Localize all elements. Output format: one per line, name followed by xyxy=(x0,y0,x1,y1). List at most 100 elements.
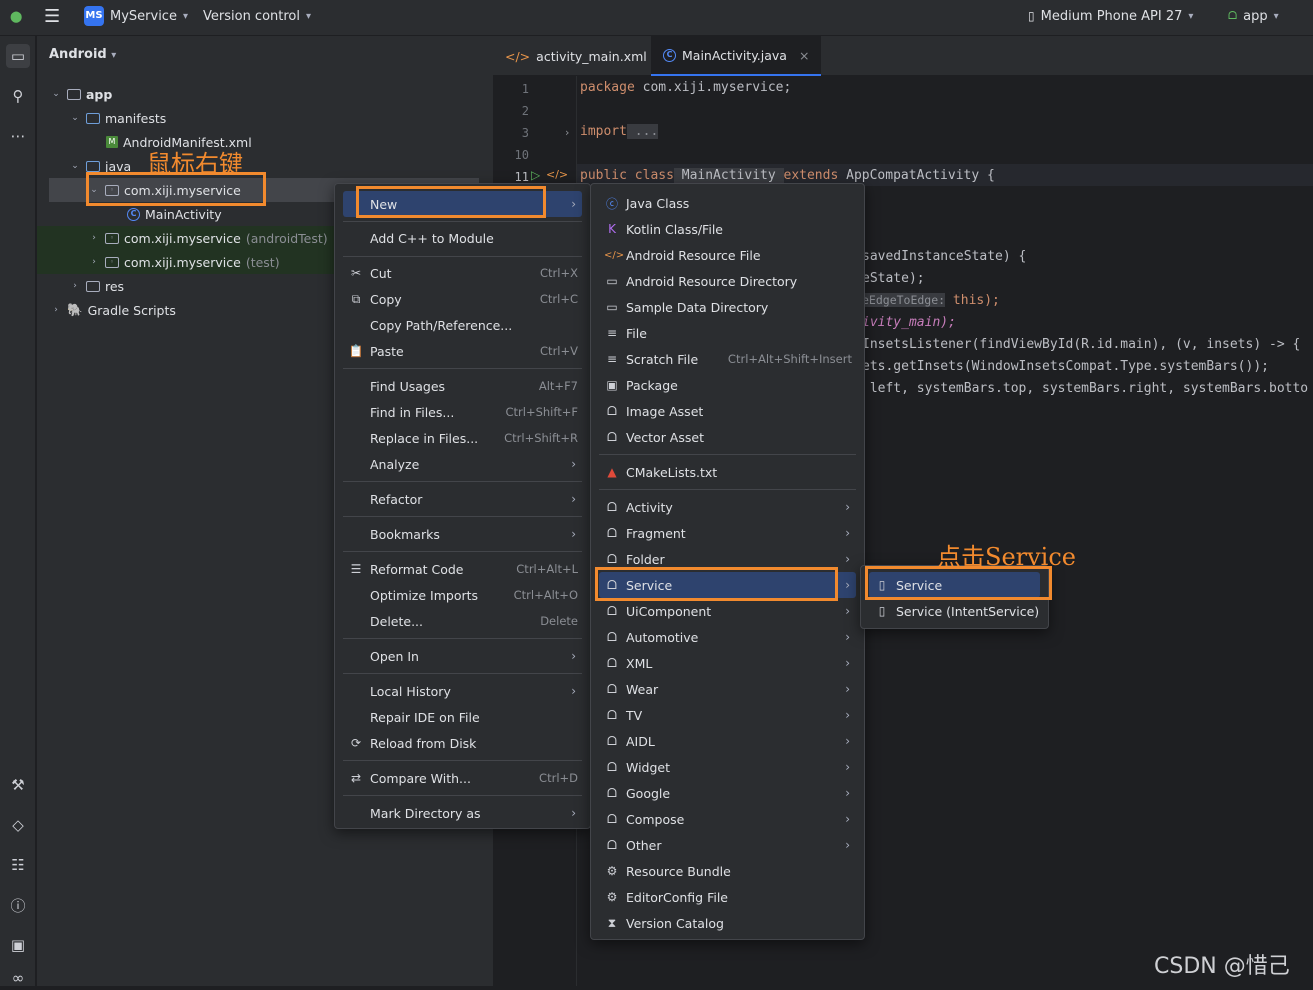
logcat-icon[interactable]: ☷ xyxy=(6,853,30,877)
separator xyxy=(599,454,856,455)
project-selector[interactable]: MS MyService ▾ xyxy=(84,0,188,32)
tree-item-app[interactable]: ⌄ app xyxy=(50,82,112,106)
menu-item-other[interactable]: ᗝ Other › xyxy=(599,832,856,858)
menu-item-reformat-code[interactable]: ☰ Reformat Code Ctrl+Alt+L xyxy=(343,556,582,582)
menu-item-label: Cut xyxy=(370,265,392,281)
menu-item-java-class[interactable]: ⓒ Java Class xyxy=(599,190,856,216)
tab-mainactivity-java[interactable]: C MainActivity.java × xyxy=(651,36,822,76)
menu-item-find-usages[interactable]: Find Usages Alt+F7 xyxy=(343,373,582,399)
chevron-right-icon: › xyxy=(845,812,850,826)
folded-imports[interactable]: ... xyxy=(626,124,659,139)
menu-item-scratch-file[interactable]: ≡ Scratch File Ctrl+Alt+Shift+Insert xyxy=(599,346,856,372)
problems-icon[interactable]: ⓘ xyxy=(6,893,30,917)
menu-item-automotive[interactable]: ᗝ Automotive › xyxy=(599,624,856,650)
menu-item-android-resource-directory[interactable]: ▭ Android Resource Directory xyxy=(599,268,856,294)
menu-item-image-asset[interactable]: ᗝ Image Asset xyxy=(599,398,856,424)
menu-item-package[interactable]: ▣ Package xyxy=(599,372,856,398)
menu-item-reload-from-disk[interactable]: ⟳ Reload from Disk xyxy=(343,730,582,756)
menu-item-version-catalog[interactable]: ⧗ Version Catalog xyxy=(599,910,856,936)
menu-item-local-history[interactable]: Local History › xyxy=(343,678,582,704)
version-control-menu[interactable]: Version control ▾ xyxy=(203,0,311,32)
run-config-label: app xyxy=(1243,8,1268,24)
android-icon: ᗝ xyxy=(607,707,617,722)
menu-shortcut: Ctrl+Alt+Shift+Insert xyxy=(727,352,852,366)
menu-item-refactor[interactable]: Refactor › xyxy=(343,486,582,512)
tree-item-package-test[interactable]: › ◦ com.xiji.myservice (test) xyxy=(88,250,279,274)
chevron-right-icon: › xyxy=(73,281,77,291)
xml-link-icon[interactable]: </> xyxy=(546,168,568,181)
tree-item-label: com.xiji.myservice xyxy=(124,254,241,270)
project-folder-icon[interactable]: ▭ xyxy=(6,44,30,68)
menu-item-open-in[interactable]: Open In › xyxy=(343,643,582,669)
menu-item-resource-bundle[interactable]: ⚙ Resource Bundle xyxy=(599,858,856,884)
menu-item-uicomponent[interactable]: ᗝ UiComponent › xyxy=(599,598,856,624)
build-icon[interactable]: ⚒ xyxy=(6,773,30,797)
menu-item-intent-service[interactable]: ▯ Service (IntentService) xyxy=(869,598,1040,624)
menu-item-compare-with[interactable]: ⇄ Compare With... Ctrl+D xyxy=(343,765,582,791)
close-icon[interactable]: × xyxy=(799,48,809,63)
tree-item-res[interactable]: › res xyxy=(69,274,124,298)
tree-item-gradle-scripts[interactable]: › 🐘 Gradle Scripts xyxy=(50,298,176,322)
menu-item-file[interactable]: ≡ File xyxy=(599,320,856,346)
terminal-icon[interactable]: ▣ xyxy=(6,933,30,957)
menu-item-wear[interactable]: ᗝ Wear › xyxy=(599,676,856,702)
gem-icon[interactable]: ◇ xyxy=(6,813,30,837)
separator xyxy=(343,638,582,639)
menu-item-vector-asset[interactable]: ᗝ Vector Asset xyxy=(599,424,856,450)
tab-activity-main-xml[interactable]: </> activity_main.xml xyxy=(493,36,659,76)
project-view-selector[interactable]: Android ▾ xyxy=(49,47,116,62)
menu-item-replace-in-files[interactable]: Replace in Files... Ctrl+Shift+R xyxy=(343,425,582,451)
menu-item-repair-ide[interactable]: Repair IDE on File xyxy=(343,704,582,730)
device-selector[interactable]: ▯ Medium Phone API 27 ▾ xyxy=(1028,0,1193,32)
menu-item-add-cpp[interactable]: Add C++ to Module xyxy=(343,225,582,251)
menu-item-delete[interactable]: Delete... Delete xyxy=(343,608,582,634)
menu-item-analyze[interactable]: Analyze › xyxy=(343,451,582,477)
menu-item-optimize-imports[interactable]: Optimize Imports Ctrl+Alt+O xyxy=(343,582,582,608)
menu-shortcut: Ctrl+V xyxy=(540,344,578,358)
device-label: Medium Phone API 27 xyxy=(1040,8,1183,24)
tree-item-manifests[interactable]: ⌄ manifests xyxy=(69,106,166,130)
tree-item-package-androidtest[interactable]: › ◦ com.xiji.myservice (androidTest) xyxy=(88,226,327,250)
menu-item-copy[interactable]: ⧉ Copy Ctrl+C xyxy=(343,286,582,312)
menu-item-compose[interactable]: ᗝ Compose › xyxy=(599,806,856,832)
menu-item-kotlin-class[interactable]: K Kotlin Class/File xyxy=(599,216,856,242)
code-fragment: left, systemBars.top, systemBars.right, … xyxy=(862,381,1309,396)
menu-item-widget[interactable]: ᗝ Widget › xyxy=(599,754,856,780)
git-icon[interactable]: ∞ xyxy=(6,966,30,990)
android-icon: ᗝ xyxy=(607,837,617,852)
main-menu-icon[interactable]: ☰ xyxy=(44,0,60,32)
menu-item-cmakelists[interactable]: ▲ CMakeLists.txt xyxy=(599,459,856,485)
separator xyxy=(343,256,582,257)
code-fragment: ivity_main); xyxy=(862,315,956,330)
paste-icon: 📋 xyxy=(348,344,364,358)
tree-item-label: MainActivity xyxy=(145,206,222,222)
fold-icon[interactable]: › xyxy=(565,126,569,139)
menu-item-editorconfig-file[interactable]: ⚙ EditorConfig File xyxy=(599,884,856,910)
menu-item-android-resource-file[interactable]: </> Android Resource File xyxy=(599,242,856,268)
menu-item-label: Analyze xyxy=(370,456,420,472)
menu-item-copy-path[interactable]: Copy Path/Reference... xyxy=(343,312,582,338)
android-icon: ᗝ xyxy=(607,785,617,800)
menu-item-activity[interactable]: ᗝ Activity › xyxy=(599,494,856,520)
menu-item-google[interactable]: ᗝ Google › xyxy=(599,780,856,806)
menu-item-xml[interactable]: ᗝ XML › xyxy=(599,650,856,676)
more-icon[interactable]: ⋯ xyxy=(6,124,30,148)
menu-item-find-in-files[interactable]: Find in Files... Ctrl+Shift+F xyxy=(343,399,582,425)
compare-icon: ⇄ xyxy=(350,771,362,785)
run-gutter-icon[interactable]: ▷ xyxy=(531,168,540,182)
menu-item-mark-directory[interactable]: Mark Directory as › xyxy=(343,800,582,826)
tree-item-label: manifests xyxy=(105,110,167,126)
menu-item-bookmarks[interactable]: Bookmarks › xyxy=(343,521,582,547)
resource-manager-icon[interactable]: ⚲ xyxy=(6,84,30,108)
menu-item-sample-data-directory[interactable]: ▭ Sample Data Directory xyxy=(599,294,856,320)
module-folder-icon xyxy=(67,88,81,100)
menu-item-fragment[interactable]: ᗝ Fragment › xyxy=(599,520,856,546)
menu-item-aidl[interactable]: ᗝ AIDL › xyxy=(599,728,856,754)
scissors-icon: ✂ xyxy=(350,266,362,280)
menu-item-paste[interactable]: 📋 Paste Ctrl+V xyxy=(343,338,582,364)
menu-item-label: Service (IntentService) xyxy=(896,603,1040,619)
menu-item-cut[interactable]: ✂ Cut Ctrl+X xyxy=(343,260,582,286)
menu-item-tv[interactable]: ᗝ TV › xyxy=(599,702,856,728)
run-config-selector[interactable]: ᗝ app ▾ xyxy=(1228,0,1279,32)
menu-item-label: Resource Bundle xyxy=(626,863,731,879)
